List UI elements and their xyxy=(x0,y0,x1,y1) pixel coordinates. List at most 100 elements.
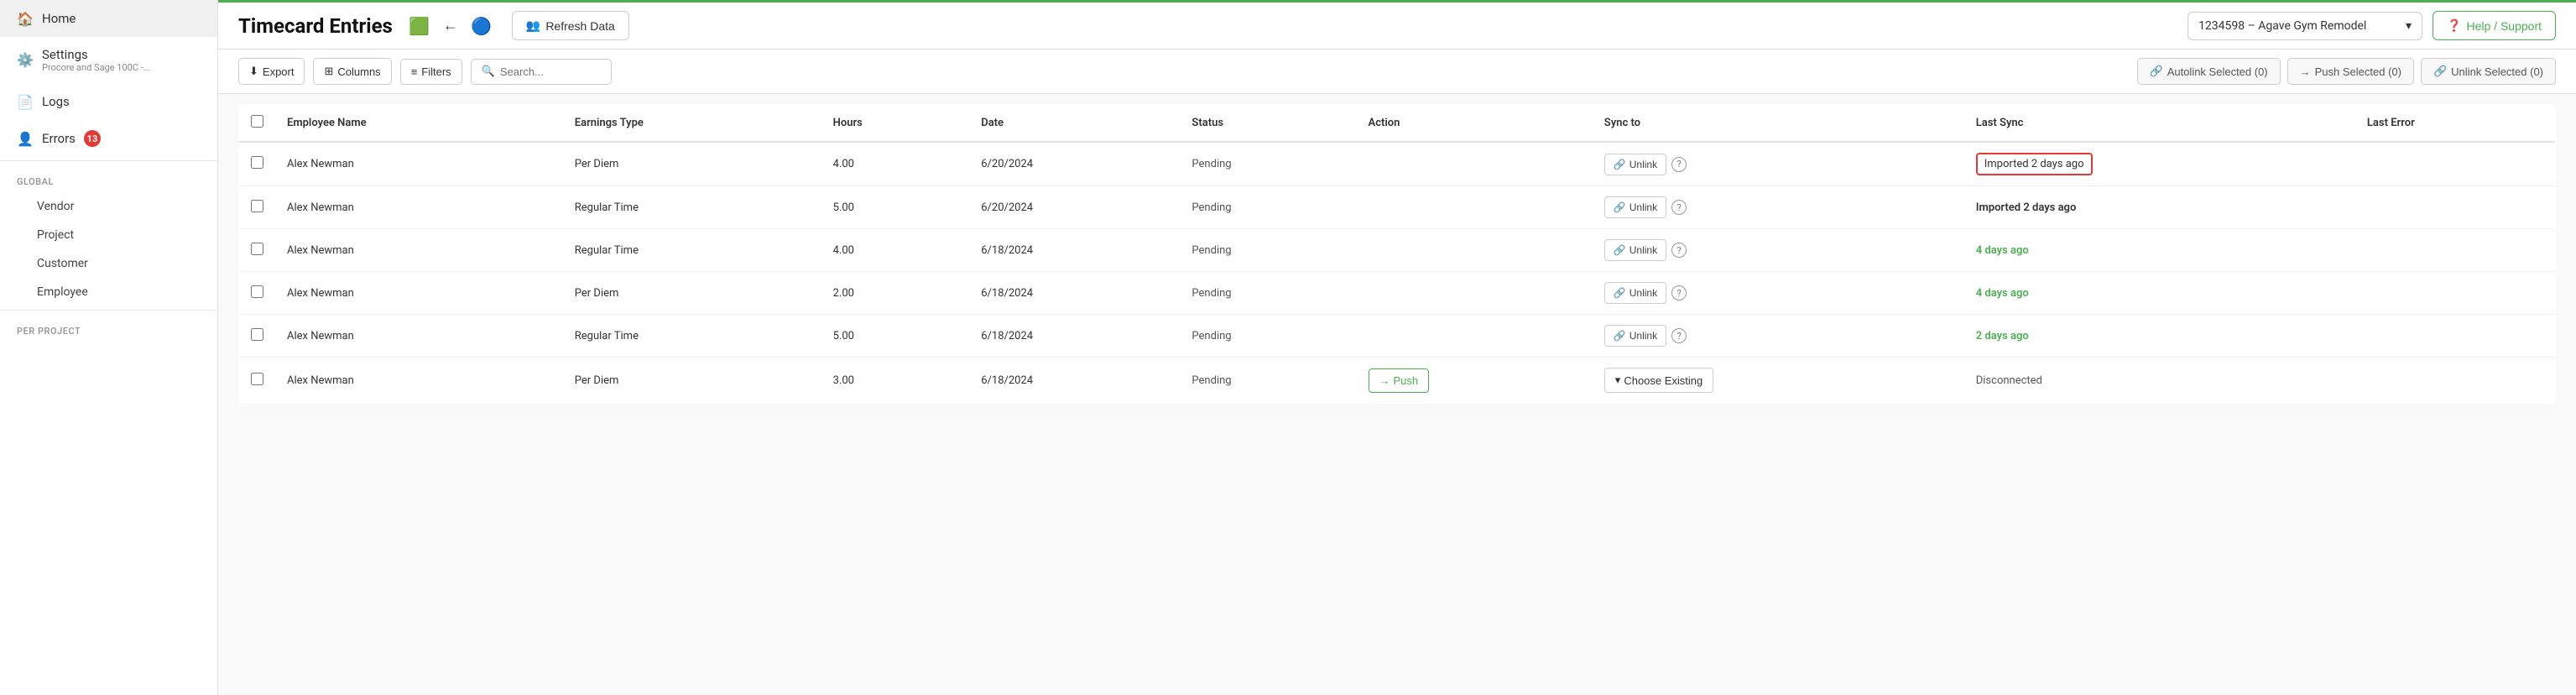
sidebar-settings-sub: Procore and Sage 100C -... xyxy=(42,62,150,73)
row-checkbox[interactable] xyxy=(251,243,263,255)
select-all-header[interactable] xyxy=(239,105,276,143)
cell-sync-to[interactable]: 🔗 Unlink? xyxy=(1593,272,1964,315)
col-last-sync: Last Sync xyxy=(1964,105,2355,143)
cell-date: 6/18/2024 xyxy=(969,272,1180,315)
help-circle-icon[interactable]: ? xyxy=(1671,285,1687,300)
sidebar-item-settings[interactable]: ⚙️ Settings Procore and Sage 100C -... xyxy=(0,37,217,83)
row-checkbox-cell[interactable] xyxy=(239,358,276,404)
row-checkbox[interactable] xyxy=(251,328,263,341)
row-checkbox[interactable] xyxy=(251,200,263,212)
cell-sync-to[interactable]: 🔗 Unlink? xyxy=(1593,142,1964,186)
col-earnings-type: Earnings Type xyxy=(563,105,821,143)
header: Timecard Entries 🟩 ← 🔵 👥 Refresh Data 12… xyxy=(218,0,2576,50)
cell-earnings: Per Diem xyxy=(563,272,821,315)
row-checkbox-cell[interactable] xyxy=(239,186,276,229)
sidebar-item-employee[interactable]: Employee xyxy=(0,278,217,306)
cell-employee: Alex Newman xyxy=(275,186,563,229)
sidebar-item-vendor[interactable]: Vendor xyxy=(0,192,217,221)
sidebar-home-label: Home xyxy=(42,11,76,26)
sidebar-item-customer[interactable]: Customer xyxy=(0,249,217,278)
cell-status: Pending xyxy=(1180,186,1356,229)
row-checkbox-cell[interactable] xyxy=(239,272,276,315)
cell-status: Pending xyxy=(1180,142,1356,186)
sidebar-item-logs[interactable]: 📄 Logs xyxy=(0,83,217,120)
columns-button[interactable]: ⊞ Columns xyxy=(313,58,391,85)
cell-sync-to[interactable]: 🔗 Unlink? xyxy=(1593,229,1964,272)
search-icon: 🔍 xyxy=(482,65,495,78)
cell-action[interactable] xyxy=(1357,272,1593,315)
unlink-icon: 🔗 xyxy=(1614,244,1626,256)
refresh-button[interactable]: 👥 Refresh Data xyxy=(512,11,629,40)
row-checkbox-cell[interactable] xyxy=(239,315,276,358)
cell-action[interactable] xyxy=(1357,142,1593,186)
sidebar-settings-label: Settings xyxy=(42,47,150,62)
unlink-button[interactable]: 🔗 Unlink xyxy=(1604,154,1666,175)
cell-action[interactable]: → Push xyxy=(1357,358,1593,404)
search-input[interactable] xyxy=(500,65,601,78)
cell-employee: Alex Newman xyxy=(275,315,563,358)
global-section-label: GLOBAL xyxy=(0,165,217,192)
export-button[interactable]: ⬇ Export xyxy=(238,58,305,85)
cell-employee: Alex Newman xyxy=(275,142,563,186)
cell-date: 6/20/2024 xyxy=(969,186,1180,229)
logs-icon: 📄 xyxy=(17,93,34,110)
unlink-icon: 🔗 xyxy=(1614,201,1626,213)
cell-sync-to[interactable]: ▾ Choose Existing xyxy=(1593,358,1964,404)
cell-sync-to[interactable]: 🔗 Unlink? xyxy=(1593,186,1964,229)
help-circle-icon[interactable]: ? xyxy=(1671,157,1687,172)
col-employee-name: Employee Name xyxy=(275,105,563,143)
choose-existing-button[interactable]: ▾ Choose Existing xyxy=(1604,368,1713,393)
help-circle-icon[interactable]: ? xyxy=(1671,328,1687,343)
sidebar-item-project[interactable]: Project xyxy=(0,221,217,249)
cell-hours: 4.00 xyxy=(821,142,970,186)
cell-action[interactable] xyxy=(1357,229,1593,272)
table-row: Alex NewmanRegular Time4.006/18/2024Pend… xyxy=(239,229,2556,272)
cell-sync-to[interactable]: 🔗 Unlink? xyxy=(1593,315,1964,358)
unlink-button[interactable]: 🔗 Unlink xyxy=(1604,196,1666,218)
back-arrow-icon[interactable]: ← xyxy=(443,17,458,34)
unlink-button[interactable]: 🔗 Unlink xyxy=(1604,282,1666,304)
cell-status: Pending xyxy=(1180,229,1356,272)
export-label: Export xyxy=(263,65,295,78)
cell-earnings: Per Diem xyxy=(563,358,821,404)
sidebar-item-home[interactable]: 🏠 Home xyxy=(0,0,217,37)
sidebar-divider-1 xyxy=(0,160,217,161)
filters-button[interactable]: ≡ Filters xyxy=(400,59,462,85)
push-button[interactable]: → Push xyxy=(1369,368,1430,393)
home-icon: 🏠 xyxy=(17,10,34,27)
settings-icon: ⚙️ xyxy=(17,52,34,69)
help-button[interactable]: ❓ Help / Support xyxy=(2433,11,2556,40)
row-checkbox[interactable] xyxy=(251,156,263,169)
unlink-selected-button[interactable]: 🔗 Unlink Selected (0) xyxy=(2421,58,2556,85)
col-sync-to: Sync to xyxy=(1593,105,1964,143)
cell-date: 6/18/2024 xyxy=(969,358,1180,404)
search-box[interactable]: 🔍 xyxy=(471,59,612,85)
row-checkbox-cell[interactable] xyxy=(239,229,276,272)
link-icon: 🔗 xyxy=(2150,65,2163,78)
row-checkbox-cell[interactable] xyxy=(239,142,276,186)
row-checkbox[interactable] xyxy=(251,373,263,385)
filters-label: Filters xyxy=(421,65,451,78)
unlink-button[interactable]: 🔗 Unlink xyxy=(1604,325,1666,347)
project-selector[interactable]: 1234598 – Agave Gym Remodel ▾ xyxy=(2188,12,2422,40)
help-circle-icon[interactable]: ? xyxy=(1671,243,1687,258)
cell-action[interactable] xyxy=(1357,186,1593,229)
cell-earnings: Regular Time xyxy=(563,186,821,229)
cell-last-error xyxy=(2355,358,2556,404)
select-all-checkbox[interactable] xyxy=(251,115,263,128)
sync-cell-container: 🔗 Unlink? xyxy=(1604,196,1953,218)
unlink-icon: 🔗 xyxy=(1614,159,1626,170)
push-selected-label: Push Selected (0) xyxy=(2315,65,2401,78)
toolbar-right: 🔗 Autolink Selected (0) → Push Selected … xyxy=(2137,58,2557,85)
row-checkbox[interactable] xyxy=(251,285,263,298)
push-selected-button[interactable]: → Push Selected (0) xyxy=(2287,58,2414,85)
table-container: Employee Name Earnings Type Hours Date S… xyxy=(218,94,2576,695)
sidebar-item-errors[interactable]: 👤 Errors 13 xyxy=(0,120,217,157)
sidebar-divider-2 xyxy=(0,310,217,311)
table-row: Alex NewmanPer Diem4.006/20/2024Pending🔗… xyxy=(239,142,2556,186)
autolink-button[interactable]: 🔗 Autolink Selected (0) xyxy=(2137,58,2281,85)
cell-action[interactable] xyxy=(1357,315,1593,358)
cell-hours: 2.00 xyxy=(821,272,970,315)
help-circle-icon[interactable]: ? xyxy=(1671,200,1687,215)
unlink-button[interactable]: 🔗 Unlink xyxy=(1604,239,1666,261)
